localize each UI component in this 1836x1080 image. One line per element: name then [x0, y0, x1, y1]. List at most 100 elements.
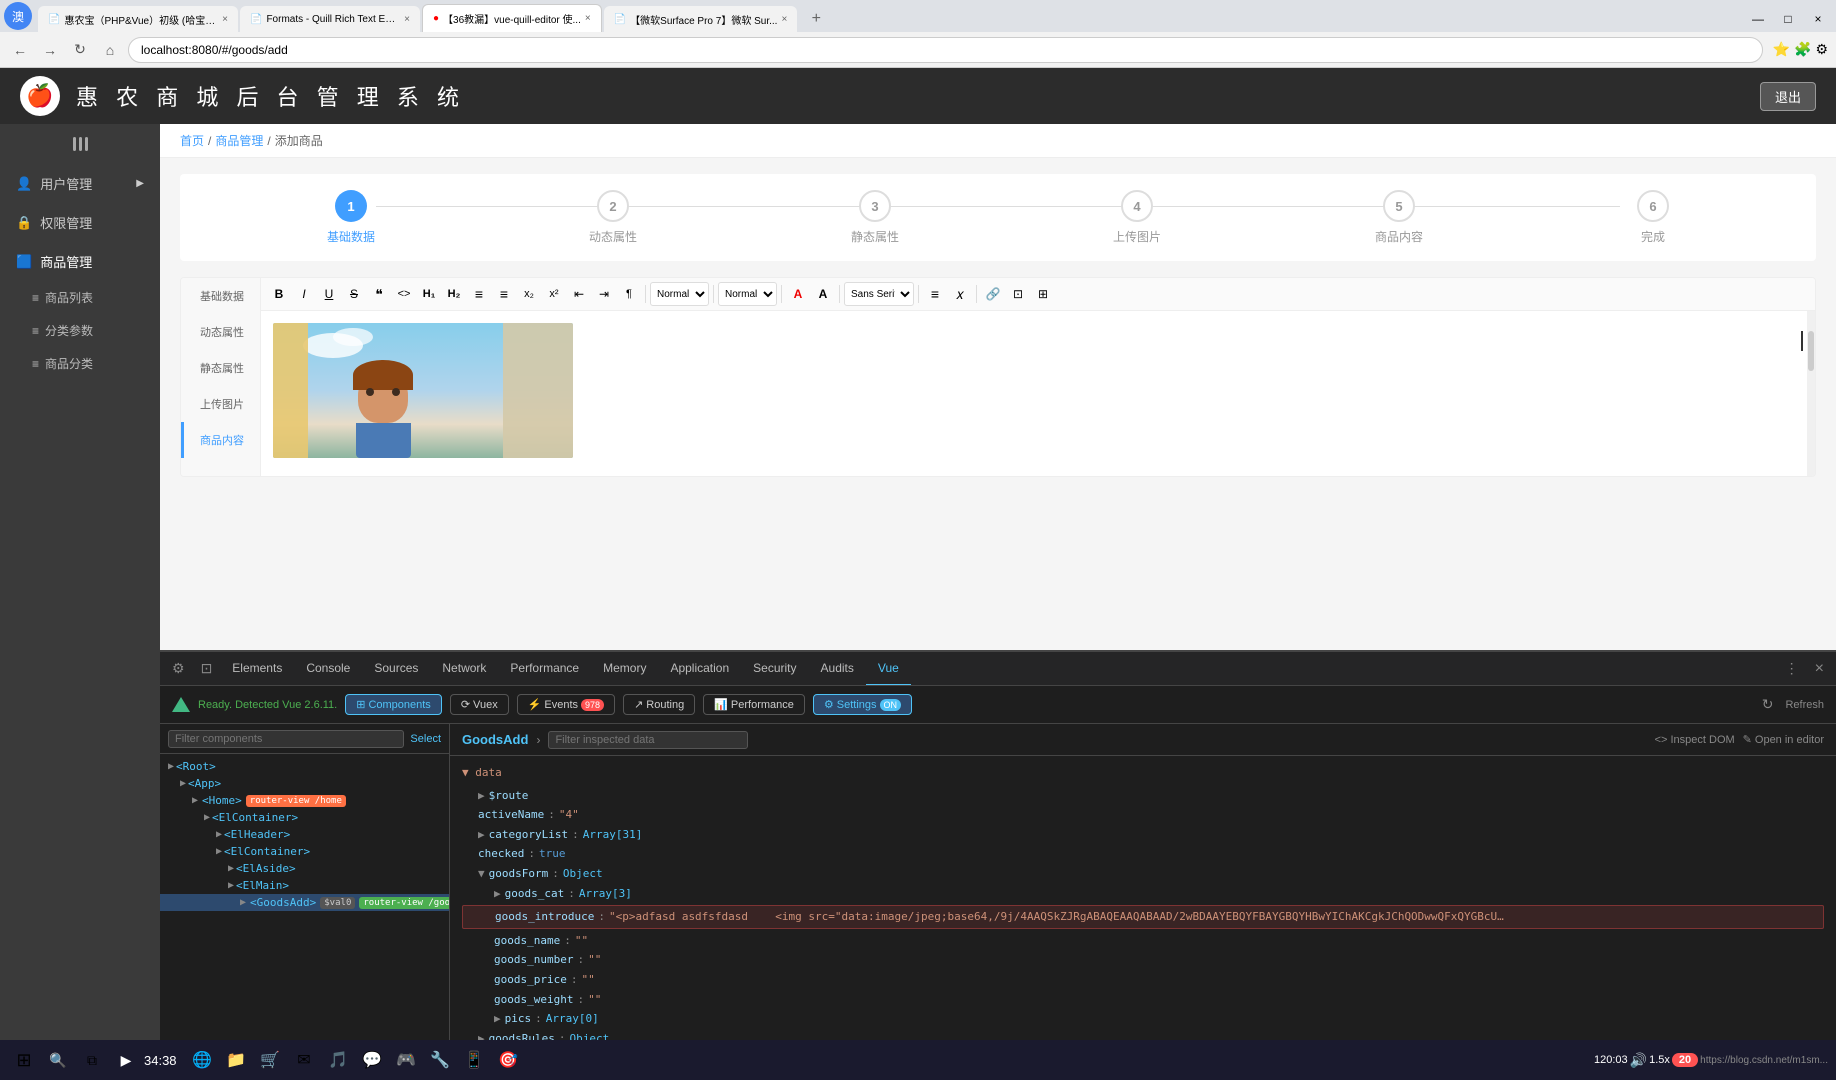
devtools-tab-network[interactable]: Network: [430, 652, 498, 686]
toolbar-align-right[interactable]: 𝑥: [948, 282, 972, 306]
editor-tab-static[interactable]: 静态属性: [181, 350, 260, 386]
home-button[interactable]: ⌂: [98, 38, 122, 62]
toolbar-sup[interactable]: x²: [542, 282, 566, 306]
vue-nav-settings[interactable]: ⚙ Settings ON: [813, 694, 912, 715]
inspect-filter-input[interactable]: [548, 731, 748, 749]
devtools-tab-performance[interactable]: Performance: [498, 652, 591, 686]
comp-elmain[interactable]: ▶ <ElMain>: [160, 877, 449, 894]
window-maximize[interactable]: □: [1774, 6, 1802, 32]
taskbar-app-10[interactable]: 🎯: [492, 1044, 524, 1076]
sidebar-item-goods[interactable]: 🟦 商品管理: [0, 242, 160, 281]
devtools-more-icon[interactable]: ⋮: [1777, 660, 1807, 677]
toolbar-code[interactable]: <>: [392, 282, 416, 306]
toolbar-direction[interactable]: ¶: [617, 282, 641, 306]
new-tab-button[interactable]: +: [803, 6, 829, 32]
devtools-tab-security[interactable]: Security: [741, 652, 808, 686]
sidebar-toggle[interactable]: [0, 124, 160, 164]
toolbar-align[interactable]: ≡: [923, 282, 947, 306]
sidebar-item-permission[interactable]: 🔒 权限管理: [0, 203, 160, 242]
editor-tab-upload[interactable]: 上传图片: [181, 386, 260, 422]
play-pause-btn[interactable]: ▶: [110, 1044, 142, 1076]
categorylist-expander[interactable]: ▶: [478, 826, 485, 844]
comp-elheader[interactable]: ▶ <ElHeader>: [160, 826, 449, 843]
goodsform-expander[interactable]: ▼: [478, 865, 485, 883]
sidebar-item-user[interactable]: 👤 用户管理 ▶: [0, 164, 160, 203]
devtools-tab-memory[interactable]: Memory: [591, 652, 658, 686]
taskbar-mail-icon[interactable]: ✉: [288, 1044, 320, 1076]
goodscat-expander[interactable]: ▶: [494, 885, 501, 903]
taskbar-app-7[interactable]: 🎮: [390, 1044, 422, 1076]
open-editor-button[interactable]: ✎ Open in editor: [1743, 733, 1824, 746]
comp-home[interactable]: ▶ <Home> router-view /home: [160, 792, 449, 809]
taskbar-app-8[interactable]: 🔧: [424, 1044, 456, 1076]
volume-icon[interactable]: 🔊: [1630, 1052, 1647, 1069]
select-button[interactable]: Select: [410, 733, 441, 745]
toolbar-size-select[interactable]: Normal: [650, 282, 709, 306]
toolbar-bgcolor[interactable]: A: [811, 282, 835, 306]
toolbar-strike[interactable]: S: [342, 282, 366, 306]
toolbar-list-bullet[interactable]: ≡: [492, 282, 516, 306]
taskbar-app-6[interactable]: 💬: [356, 1044, 388, 1076]
route-expander[interactable]: ▶: [478, 787, 485, 805]
devtools-tab-elements[interactable]: Elements: [220, 652, 294, 686]
tab-4-close[interactable]: ×: [781, 14, 787, 25]
vue-refresh-icon[interactable]: ↻: [1758, 692, 1778, 717]
devtools-tab-sources[interactable]: Sources: [362, 652, 430, 686]
toolbar-h1[interactable]: H₁: [417, 282, 441, 306]
vue-nav-components[interactable]: ⊞ Components: [345, 694, 442, 715]
comp-elaside[interactable]: ▶ <ElAside>: [160, 860, 449, 877]
toolbar-sub[interactable]: x₂: [517, 282, 541, 306]
toolbar-font-size-select[interactable]: Normal: [718, 282, 777, 306]
window-minimize[interactable]: —: [1744, 6, 1772, 32]
goodsrules-expander[interactable]: ▶: [478, 1030, 485, 1040]
devtools-tab-vue[interactable]: Vue: [866, 652, 911, 686]
devtools-inspect-icon[interactable]: ⊡: [193, 652, 221, 686]
comp-goodsadd[interactable]: ▶ <GoodsAdd> $val0 router-view /good: [160, 894, 449, 911]
editor-tab-dynamic[interactable]: 动态属性: [181, 314, 260, 350]
reload-button[interactable]: ↻: [68, 38, 92, 62]
toolbar-bold[interactable]: B: [267, 282, 291, 306]
forward-button[interactable]: →: [38, 38, 62, 62]
devtools-tab-audits[interactable]: Audits: [809, 652, 866, 686]
search-taskbar-icon[interactable]: 🔍: [42, 1044, 74, 1076]
tab-3-close[interactable]: ×: [585, 13, 591, 24]
tab-2[interactable]: 📄 Formats - Quill Rich Text Editi... ×: [240, 6, 420, 32]
pics-expander[interactable]: ▶: [494, 1010, 501, 1028]
tab-1-close[interactable]: ×: [222, 14, 228, 25]
toolbar-underline[interactable]: U: [317, 282, 341, 306]
comp-elcontainer-2[interactable]: ▶ <ElContainer>: [160, 843, 449, 860]
toolbar-indent-in[interactable]: ⇥: [592, 282, 616, 306]
taskbar-app-5[interactable]: 🎵: [322, 1044, 354, 1076]
logout-button[interactable]: 退出: [1760, 82, 1816, 111]
devtools-settings-icon[interactable]: ⚙: [164, 652, 193, 686]
vue-nav-routing[interactable]: ↗ Routing: [623, 694, 695, 715]
devtools-tab-console[interactable]: Console: [294, 652, 362, 686]
toolbar-color[interactable]: A: [786, 282, 810, 306]
editor-scrollbar[interactable]: [1807, 311, 1815, 476]
editor-tab-basic[interactable]: 基础数据: [181, 278, 260, 314]
breadcrumb-goods-manage[interactable]: 商品管理: [215, 132, 263, 149]
tab-1[interactable]: 📄 惠农宝（PHP&Vue）初级 (哈宝宝) 2020-04-24年 - Vue…: [38, 6, 238, 32]
taskbar-explorer-icon[interactable]: 📁: [220, 1044, 252, 1076]
editor-scrollbar-thumb[interactable]: [1808, 331, 1814, 371]
comp-root[interactable]: ▶ <Root>: [160, 758, 449, 775]
comp-filter-input[interactable]: [168, 730, 404, 748]
sidebar-sub-item-goods-cat[interactable]: ≡ 商品分类: [0, 347, 160, 380]
vue-nav-events[interactable]: ⚡ Events 978: [517, 694, 615, 715]
taskbar-ie-icon[interactable]: 🌐: [186, 1044, 218, 1076]
toolbar-video[interactable]: ⊞: [1031, 282, 1055, 306]
devtools-close-icon[interactable]: ×: [1807, 660, 1832, 678]
window-close[interactable]: ×: [1804, 6, 1832, 32]
tab-2-close[interactable]: ×: [404, 14, 410, 25]
comp-app[interactable]: ▶ <App>: [160, 775, 449, 792]
tab-3[interactable]: ● 【36教漏】vue-quill-editor 使... ×: [422, 4, 602, 32]
extensions-icon[interactable]: 🧩: [1794, 41, 1811, 58]
toolbar-h2[interactable]: H₂: [442, 282, 466, 306]
start-icon[interactable]: ⊞: [8, 1044, 40, 1076]
vue-nav-performance[interactable]: 📊 Performance: [703, 694, 805, 715]
breadcrumb-home[interactable]: 首页: [180, 132, 204, 149]
sidebar-sub-item-params[interactable]: ≡ 分类参数: [0, 314, 160, 347]
settings-icon[interactable]: ⚙: [1815, 41, 1828, 58]
back-button[interactable]: ←: [8, 38, 32, 62]
toolbar-image[interactable]: ⊡: [1006, 282, 1030, 306]
